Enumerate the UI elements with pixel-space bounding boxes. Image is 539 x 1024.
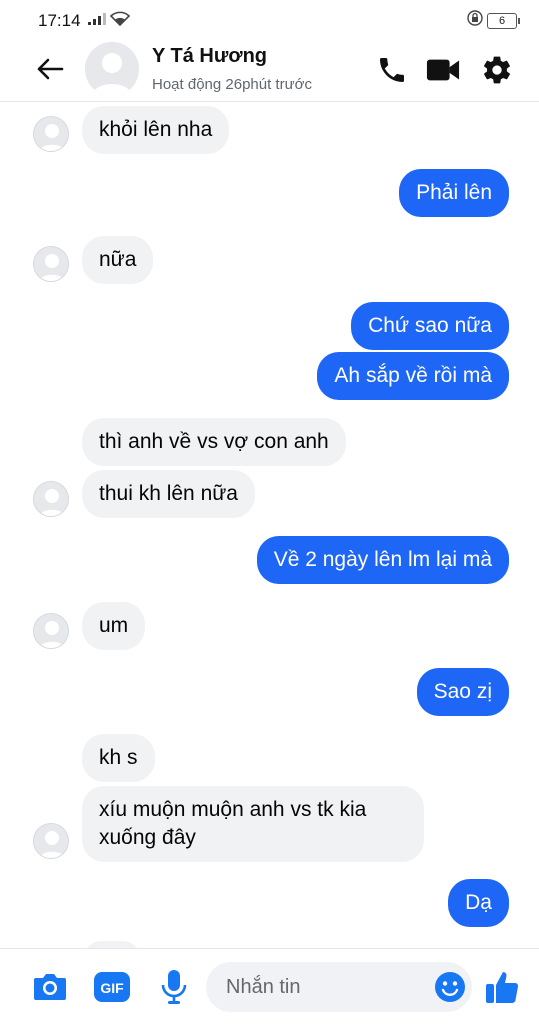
message-bubble-outgoing[interactable]: Về 2 ngày lên lm lại mà [256,536,509,584]
contact-name[interactable]: Y Tá Hương [152,45,267,68]
message-bubble-partial [82,941,142,948]
emoji-icon[interactable] [434,971,466,1003]
battery-indicator: 6 [487,12,520,29]
gif-icon[interactable]: GIF [92,969,132,1005]
wifi-icon [109,11,131,31]
message-bubble-incoming[interactable]: thì anh về vs vợ con anh [82,418,346,466]
lock-rotation-icon [467,10,483,31]
message-bubble-incoming[interactable]: kh s [82,734,155,782]
phone-icon[interactable] [375,53,409,87]
microphone-icon[interactable] [154,969,194,1005]
contact-active-status: Hoạt động 26phút trước [152,76,312,93]
message-bubble-outgoing[interactable]: Phải lên [399,169,509,217]
svg-text:GIF: GIF [100,980,124,996]
message-bubble-outgoing[interactable]: Sao zị [416,668,509,716]
video-camera-icon[interactable] [426,53,460,87]
contact-avatar-small [33,116,69,152]
chat-header: Y Tá Hương Hoạt động 26phút trước [0,36,539,102]
composer-bar: GIF Nhắn tin [0,948,539,1024]
contact-avatar-small [33,823,69,859]
message-bubble-incoming[interactable]: um [82,602,146,650]
signal-icon [88,12,106,30]
camera-icon[interactable] [30,969,70,1005]
message-bubble-incoming[interactable]: thui kh lên nữa [82,470,255,518]
thumbs-up-icon[interactable] [482,969,522,1005]
message-input[interactable]: Nhắn tin [206,962,472,1012]
contact-avatar-small [33,481,69,517]
message-bubble-incoming[interactable]: xíu muộn muộn anh vs tk kia xuống đây [82,786,424,862]
message-bubble-outgoing[interactable]: Ah sắp về rồi mà [317,352,509,400]
back-arrow-icon[interactable] [34,55,66,83]
message-bubble-outgoing[interactable]: Chứ sao nữa [351,302,509,350]
message-input-placeholder: Nhắn tin [226,976,301,998]
message-list[interactable]: khỏi lên nha Phải lên nữa Chứ sao nữa Ah… [0,103,539,948]
status-bar: 17:14 6 [0,0,539,36]
message-bubble-incoming[interactable]: khỏi lên nha [82,106,230,154]
contact-avatar-small [33,246,69,282]
message-bubble-incoming[interactable]: nữa [82,236,154,284]
contact-avatar[interactable] [85,42,139,96]
message-bubble-outgoing[interactable]: Dạ [448,879,509,927]
contact-avatar-small [33,613,69,649]
status-time: 17:14 [38,11,81,30]
gear-icon[interactable] [480,53,514,87]
